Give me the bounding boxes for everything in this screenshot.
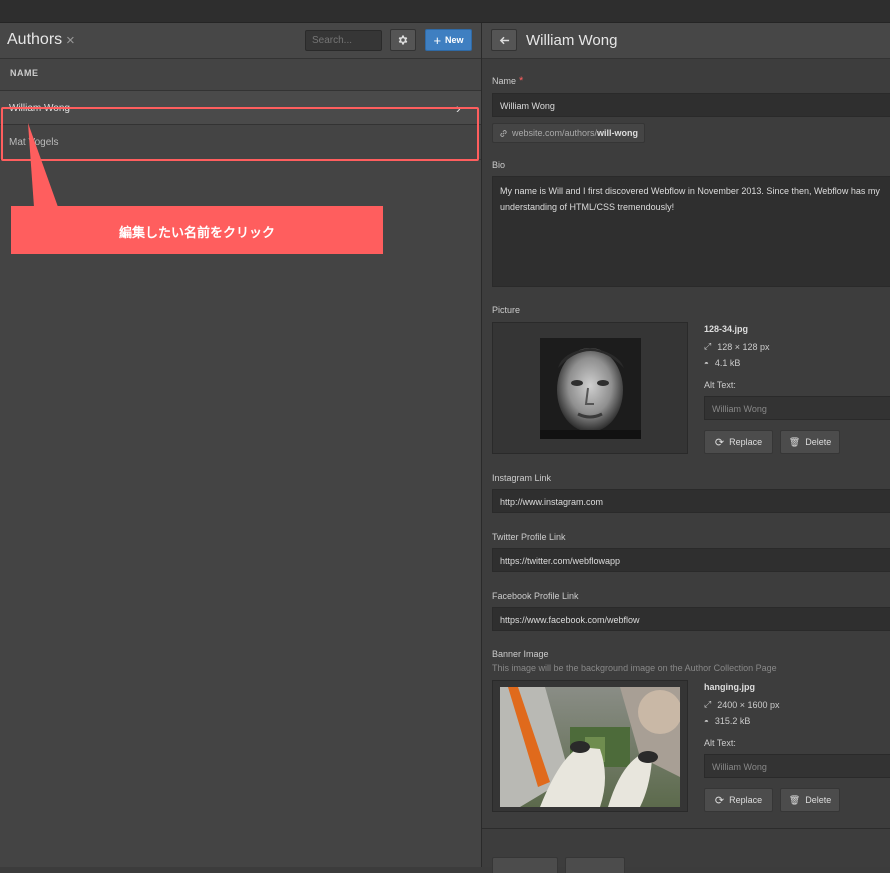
annotation-callout-text: 編集したい名前をクリック bbox=[118, 225, 275, 240]
banner-delete-button[interactable]: 🗑 Delete bbox=[780, 788, 840, 812]
item-editor-panel: William Wong Name * William Wong website.… bbox=[482, 23, 890, 873]
name-field[interactable]: William Wong bbox=[492, 93, 890, 117]
banner-label: Banner Image bbox=[492, 649, 549, 659]
banner-alt-label: Alt Text: bbox=[704, 738, 736, 748]
portrait-image bbox=[540, 338, 641, 439]
resize-icon: ⤢ bbox=[704, 341, 712, 351]
facebook-field[interactable]: https://www.facebook.com/webflow bbox=[492, 607, 890, 631]
twitter-label: Twitter Profile Link bbox=[492, 532, 566, 542]
refresh-icon: ⟳ bbox=[714, 794, 725, 807]
bio-field[interactable]: My name is Will and I first discovered W… bbox=[492, 176, 890, 287]
item-title: William Wong bbox=[526, 32, 618, 49]
collection-list-panel: Authors × + New NAME William Wong › Mat … bbox=[0, 23, 482, 867]
settings-button[interactable] bbox=[390, 29, 416, 51]
gauge-icon: ◓ bbox=[704, 358, 709, 368]
gear-icon bbox=[398, 35, 408, 45]
resize-icon: ⤢ bbox=[704, 699, 712, 709]
slug-field[interactable]: website.com/authors/will-wong bbox=[492, 123, 646, 143]
banner-preview[interactable] bbox=[492, 680, 688, 812]
banner-dimensions: ⤢ 2400 × 1600 px bbox=[704, 699, 780, 710]
refresh-icon: ⟳ bbox=[714, 436, 725, 449]
trash-icon: 🗑 bbox=[788, 794, 801, 805]
banner-size: ◓ 315.2 kB bbox=[704, 716, 751, 726]
slug-base: website.com/authors/ bbox=[512, 128, 598, 138]
facebook-label: Facebook Profile Link bbox=[492, 591, 579, 601]
banner-image bbox=[500, 687, 680, 807]
instagram-label: Instagram Link bbox=[492, 473, 552, 483]
plus-icon: + bbox=[433, 32, 442, 48]
required-mark: * bbox=[519, 75, 524, 87]
collection-title: Authors bbox=[7, 31, 63, 48]
close-icon[interactable]: × bbox=[66, 32, 75, 49]
trash-icon: 🗑 bbox=[788, 436, 801, 447]
picture-delete-button[interactable]: 🗑 Delete bbox=[780, 430, 840, 454]
name-label: Name * bbox=[492, 75, 524, 87]
picture-label: Picture bbox=[492, 305, 521, 315]
search-input[interactable] bbox=[305, 30, 382, 51]
footer-button-left[interactable] bbox=[492, 857, 558, 873]
footer-button-right[interactable] bbox=[565, 857, 625, 873]
picture-alt-input[interactable]: William Wong bbox=[704, 396, 890, 420]
banner-hint: This image will be the background image … bbox=[492, 663, 777, 673]
slug-value: will-wong bbox=[597, 128, 639, 138]
picture-preview[interactable] bbox=[492, 322, 688, 454]
picture-dimensions: ⤢ 128 × 128 px bbox=[704, 341, 770, 352]
picture-alt-label: Alt Text: bbox=[704, 380, 736, 390]
editor-header: William Wong bbox=[482, 23, 890, 59]
annotation-highlight bbox=[1, 107, 479, 161]
link-icon bbox=[500, 129, 507, 137]
gauge-icon: ◓ bbox=[704, 716, 709, 726]
bio-label: Bio bbox=[492, 160, 506, 170]
footer-divider bbox=[482, 828, 890, 829]
banner-file-name: hanging.jpg bbox=[704, 682, 755, 692]
arrow-left-icon bbox=[499, 36, 509, 44]
column-header-name: NAME bbox=[10, 68, 39, 78]
back-button[interactable] bbox=[491, 29, 517, 51]
new-item-label: New bbox=[445, 35, 464, 45]
instagram-field[interactable]: http://www.instagram.com bbox=[492, 489, 890, 513]
banner-replace-button[interactable]: ⟳ Replace bbox=[704, 788, 773, 812]
twitter-field[interactable]: https://twitter.com/webflowapp bbox=[492, 548, 890, 572]
top-bar bbox=[0, 0, 890, 23]
picture-replace-button[interactable]: ⟳ Replace bbox=[704, 430, 773, 454]
picture-size: ◓ 4.1 kB bbox=[704, 358, 741, 368]
annotation-callout: 編集したい名前をクリック bbox=[11, 206, 383, 254]
new-item-button[interactable]: + New bbox=[425, 29, 472, 51]
picture-file-name: 128-34.jpg bbox=[704, 324, 749, 334]
banner-alt-input[interactable]: William Wong bbox=[704, 754, 890, 778]
collection-header: Authors × + New bbox=[0, 23, 481, 59]
